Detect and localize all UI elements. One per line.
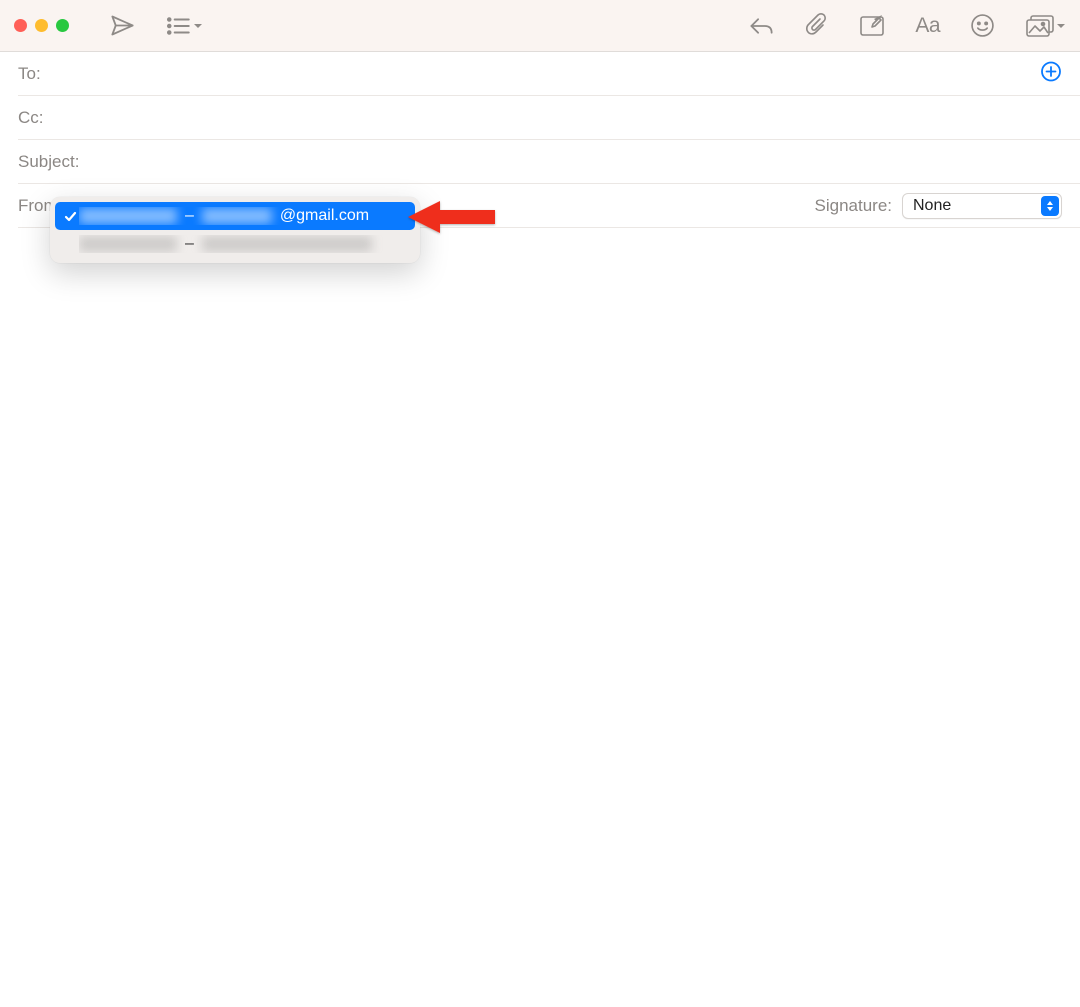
plus-circle-icon: [1040, 60, 1062, 82]
toolbar-right-group: Aa: [748, 13, 1066, 39]
markup-button[interactable]: [859, 14, 885, 38]
toolbar-left-group: [109, 12, 203, 39]
font-format-icon: Aa: [915, 14, 940, 38]
add-recipient-button[interactable]: [1040, 60, 1062, 87]
signature-group: Signature: None: [815, 193, 1063, 219]
subject-label: Subject:: [18, 152, 79, 172]
paperclip-icon: [805, 13, 829, 39]
chevron-down-icon: [1056, 21, 1066, 31]
window-controls: [14, 19, 69, 32]
send-button[interactable]: [109, 12, 136, 39]
chevron-down-icon: [193, 21, 203, 31]
select-stepper-icon: [1041, 196, 1059, 216]
header-list-icon: [166, 15, 192, 37]
attach-button[interactable]: [805, 13, 829, 39]
close-window-button[interactable]: [14, 19, 27, 32]
from-account-option-content: – @gmail.com: [79, 207, 407, 225]
dash-separator: –: [185, 235, 194, 253]
reply-button[interactable]: [748, 14, 775, 38]
emoji-button[interactable]: [970, 13, 995, 38]
signature-label: Signature:: [815, 196, 893, 216]
from-account-option-selected[interactable]: – @gmail.com: [55, 202, 415, 230]
checkmark-icon: [61, 210, 79, 223]
redacted-email-full: [202, 236, 372, 252]
minimize-window-button[interactable]: [35, 19, 48, 32]
redacted-account-name: [79, 208, 177, 224]
dash-separator: –: [185, 207, 194, 225]
signature-select[interactable]: None: [902, 193, 1062, 219]
to-label: To:: [18, 64, 41, 84]
photo-browser-icon: [1025, 14, 1055, 38]
reply-icon: [748, 14, 775, 38]
subject-field-row[interactable]: Subject:: [18, 140, 1080, 184]
markup-icon: [859, 14, 885, 38]
emoji-icon: [970, 13, 995, 38]
compose-toolbar: Aa: [0, 0, 1080, 52]
send-icon: [109, 12, 136, 39]
cc-label: Cc:: [18, 108, 44, 128]
to-input[interactable]: [41, 64, 1080, 84]
cc-field-row[interactable]: Cc:: [18, 96, 1080, 140]
subject-input[interactable]: [79, 152, 1080, 172]
signature-value: None: [913, 197, 951, 215]
email-domain-suffix: @gmail.com: [280, 207, 369, 225]
to-field-row[interactable]: To:: [18, 52, 1080, 96]
header-fields-button[interactable]: [166, 15, 203, 37]
from-account-option-content: –: [79, 235, 407, 253]
zoom-window-button[interactable]: [56, 19, 69, 32]
redacted-email-local: [202, 208, 272, 224]
photo-browser-button[interactable]: [1025, 14, 1066, 38]
from-account-dropdown: – @gmail.com –: [50, 197, 420, 263]
from-account-option[interactable]: –: [55, 230, 415, 258]
redacted-account-name: [79, 236, 177, 252]
format-button[interactable]: Aa: [915, 14, 940, 38]
cc-input[interactable]: [44, 108, 1080, 128]
